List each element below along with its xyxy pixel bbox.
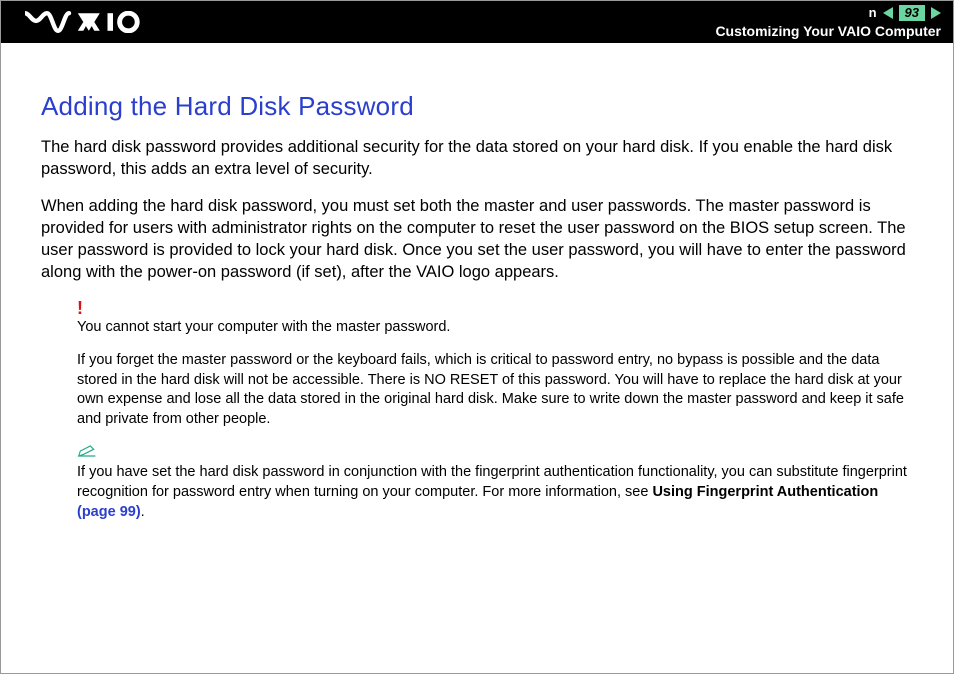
vaio-logo-svg (25, 11, 146, 33)
next-page-arrow-icon[interactable] (931, 7, 941, 19)
page-header: n 93 Customizing Your VAIO Computer (1, 1, 953, 43)
prev-page-arrow-icon[interactable] (883, 7, 893, 19)
page-heading: Adding the Hard Disk Password (41, 91, 913, 122)
warning-icon-row: ! (77, 298, 913, 316)
page-content: Adding the Hard Disk Password The hard d… (1, 43, 953, 522)
pencil-note-icon (77, 446, 97, 463)
tip-text-bold: Using Fingerprint Authentication (652, 484, 878, 500)
section-title: Customizing Your VAIO Computer (715, 23, 941, 40)
tip-text: If you have set the hard disk password i… (77, 463, 913, 522)
page-reference-link[interactable]: (page 99) (77, 504, 141, 520)
page-number: 93 (899, 5, 925, 21)
header-right: n 93 Customizing Your VAIO Computer (715, 5, 941, 40)
intro-paragraph-1: The hard disk password provides addition… (41, 136, 913, 181)
warning-text-1: You cannot start your computer with the … (77, 318, 913, 338)
warning-text-2: If you forget the master password or the… (77, 351, 913, 429)
tip-text-post: . (141, 504, 145, 520)
warning-block: ! You cannot start your computer with th… (41, 298, 913, 523)
page-nav: n 93 (715, 5, 941, 21)
document-page: n 93 Customizing Your VAIO Computer Addi… (0, 0, 954, 674)
exclamation-icon: ! (77, 298, 83, 318)
vaio-logo (25, 1, 146, 43)
tip-icon-row (77, 443, 913, 461)
intro-paragraph-2: When adding the hard disk password, you … (41, 195, 913, 284)
n-label: n (869, 5, 877, 21)
